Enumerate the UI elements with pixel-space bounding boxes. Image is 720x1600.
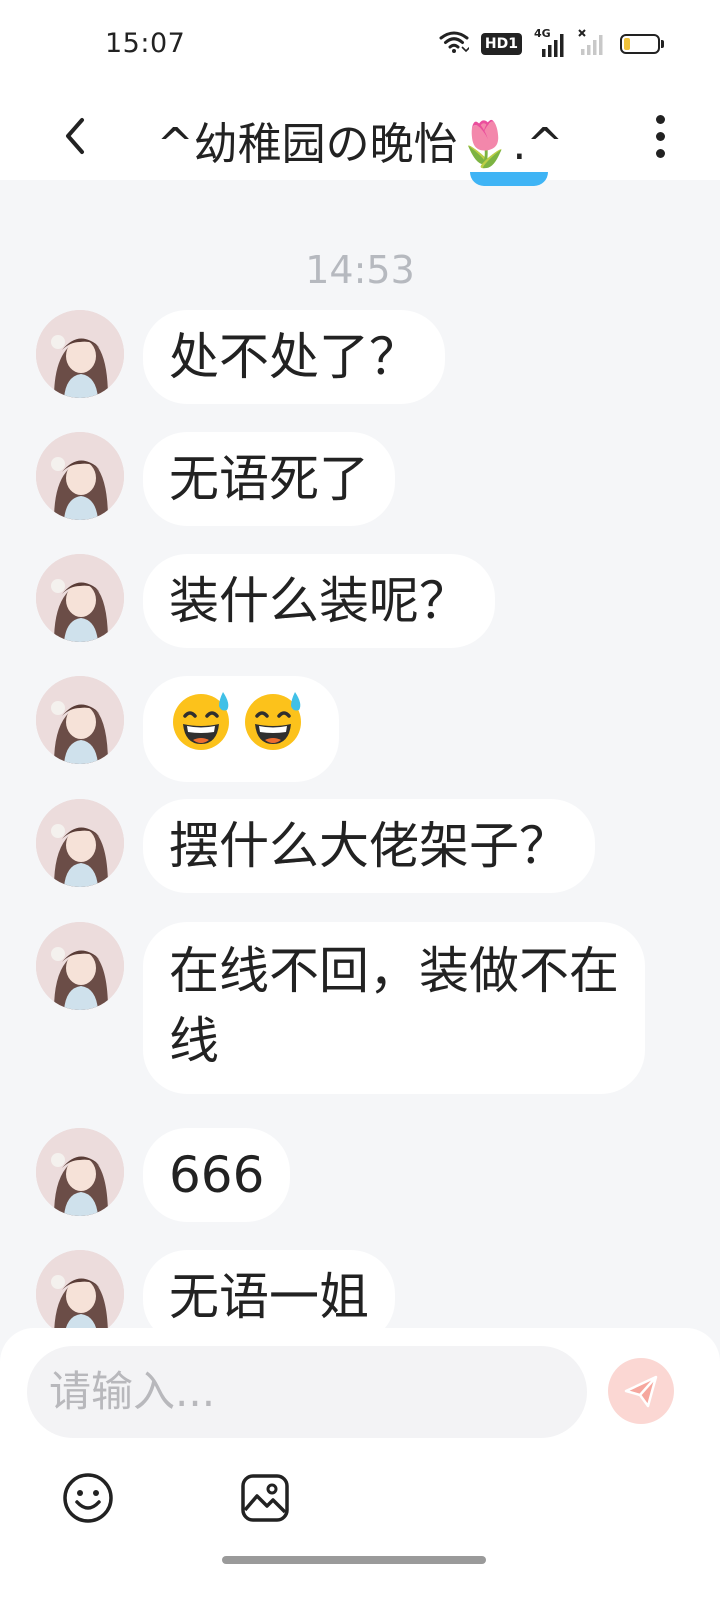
chevron-left-icon	[66, 118, 84, 154]
message-bubble-emoji[interactable]	[143, 676, 339, 782]
more-options-button[interactable]	[640, 106, 680, 166]
wifi-icon	[439, 30, 471, 58]
emoji-icon	[63, 1473, 113, 1523]
message-list[interactable]: 14:53 处不处了？ 无语死了 装什么装呢？ 摆什么大佬架子？ 在线不回，装做…	[0, 180, 720, 1355]
grinning-face-with-sweat-icon	[169, 688, 233, 770]
send-icon	[624, 1375, 658, 1408]
more-vertical-icon	[655, 114, 665, 124]
status-icons: HD1 4G	[439, 27, 664, 60]
message-input[interactable]	[27, 1346, 587, 1438]
back-button[interactable]	[50, 106, 100, 166]
avatar[interactable]	[36, 310, 124, 398]
avatar[interactable]	[36, 799, 124, 887]
chat-header: ^幼稚园の晚怡🌷.^	[0, 90, 720, 180]
message-bubble[interactable]: 摆什么大佬架子？	[143, 799, 595, 893]
avatar[interactable]	[36, 922, 124, 1010]
hd-voice-icon: HD1	[480, 33, 522, 55]
avatar[interactable]	[36, 432, 124, 520]
avatar[interactable]	[36, 1128, 124, 1216]
home-indicator[interactable]	[222, 1556, 486, 1564]
avatar[interactable]	[36, 554, 124, 642]
status-time: 15:07	[105, 28, 186, 59]
emoji-button[interactable]	[61, 1471, 115, 1525]
message-bubble[interactable]: 在线不回，装做不在线	[143, 922, 645, 1094]
image-icon	[241, 1474, 289, 1522]
signal-4g-icon: 4G	[534, 27, 566, 57]
message-bubble[interactable]: 无语死了	[143, 432, 395, 526]
battery-icon	[620, 34, 664, 54]
message-bubble[interactable]: 装什么装呢？	[143, 554, 495, 648]
message-bubble[interactable]: 处不处了？	[143, 310, 445, 404]
status-bar: 15:07 HD1 4G	[0, 0, 720, 90]
avatar[interactable]	[36, 676, 124, 764]
signal-no-service-icon	[578, 29, 608, 59]
message-timestamp: 14:53	[305, 248, 415, 292]
grinning-face-with-sweat-icon	[241, 688, 305, 770]
image-button[interactable]	[238, 1471, 292, 1525]
message-bubble[interactable]: 666	[143, 1128, 291, 1222]
send-button[interactable]	[608, 1358, 674, 1424]
page-title: ^幼稚园の晚怡🌷.^	[156, 119, 564, 170]
avatar[interactable]	[36, 1250, 124, 1338]
